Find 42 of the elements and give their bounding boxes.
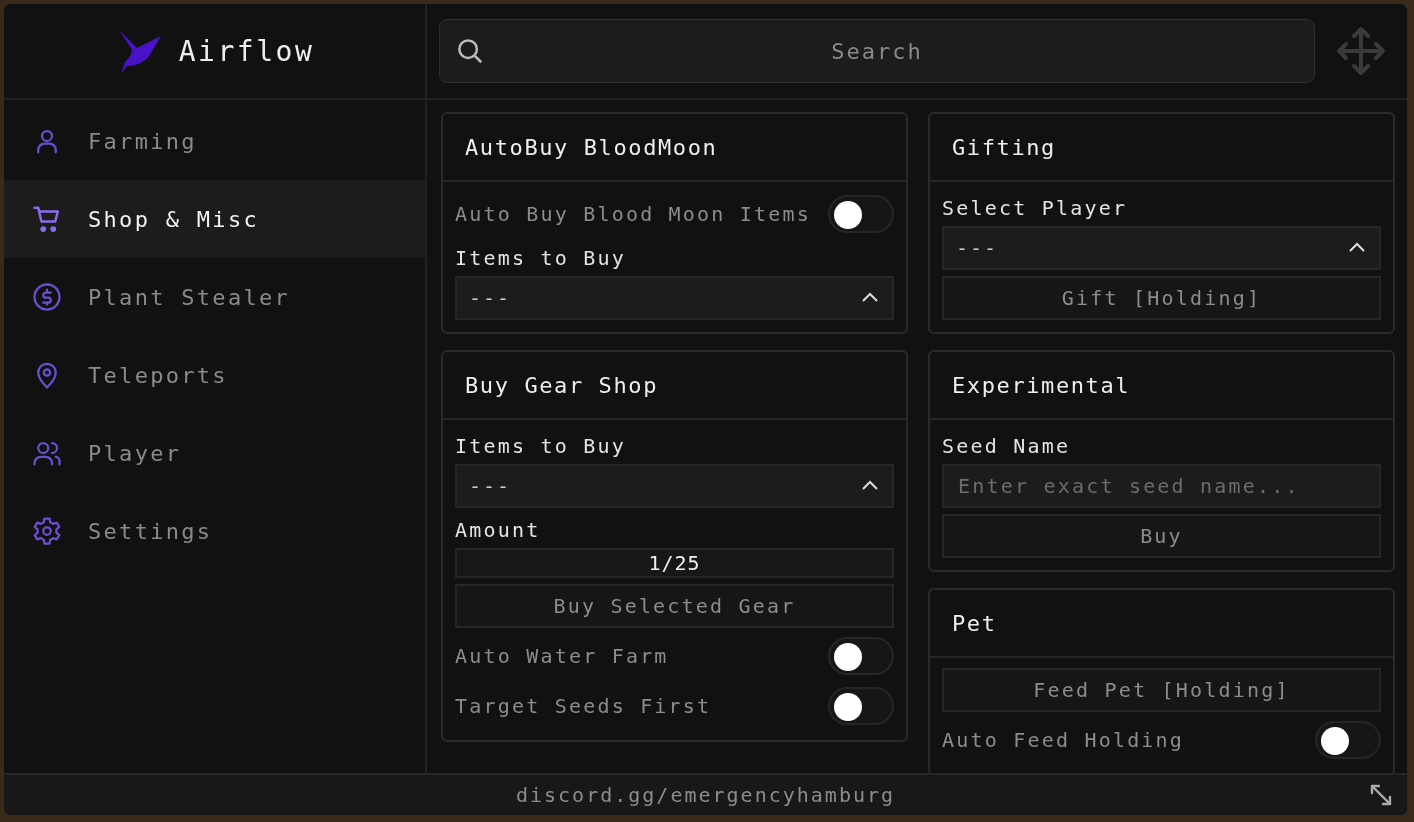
resize-icon[interactable] <box>1369 783 1393 807</box>
sidebar-item[interactable]: Settings <box>4 492 425 570</box>
card-title: Pet <box>930 590 1393 658</box>
cart-icon <box>32 204 62 234</box>
field-label: Items to Buy <box>455 433 627 458</box>
toggle-switch[interactable] <box>828 637 894 675</box>
action-button[interactable]: Buy Selected Gear <box>455 584 894 628</box>
toggle-label: Auto Buy Blood Moon Items <box>455 202 812 226</box>
text-input[interactable]: Enter exact seed name... <box>942 464 1381 508</box>
action-button[interactable]: Gift [Holding] <box>942 276 1381 320</box>
sidebar-item[interactable]: Player <box>4 414 425 492</box>
field-label: Items to Buy <box>455 245 627 270</box>
toggle-switch[interactable] <box>828 687 894 725</box>
sidebar-item[interactable]: Teleports <box>4 336 425 414</box>
field-label: Select Player <box>942 195 1129 220</box>
footer-link[interactable]: discord.gg/emergencyhamburg <box>515 783 896 807</box>
action-button[interactable]: Buy <box>942 514 1381 558</box>
card-title: Buy Gear Shop <box>443 352 906 420</box>
sidebar-item[interactable]: Plant Stealer <box>4 258 425 336</box>
card-title: Gifting <box>930 114 1393 182</box>
search-field[interactable]: Search <box>439 19 1315 83</box>
toggle-label: Auto Water Farm <box>455 644 669 668</box>
dropdown[interactable]: --- <box>455 464 894 508</box>
field-label: Amount <box>455 517 542 542</box>
dropdown[interactable]: --- <box>455 276 894 320</box>
card-title: Experimental <box>930 352 1393 420</box>
card-title: AutoBuy BloodMoon <box>443 114 906 182</box>
toggle-label: Auto Feed Holding <box>942 728 1185 752</box>
slider-value: 1/25 <box>648 551 701 575</box>
search-icon <box>455 36 485 66</box>
settings-icon <box>32 516 62 546</box>
amount-slider[interactable]: 1/25 <box>455 548 894 578</box>
action-button[interactable]: Feed Pet [Holding] <box>942 668 1381 712</box>
app-title: Airflow <box>178 34 315 68</box>
dropdown[interactable]: --- <box>942 226 1381 270</box>
sidebar-item[interactable]: Farming <box>4 102 425 180</box>
dollar-coin-icon <box>32 282 62 312</box>
field-label: Seed Name <box>942 433 1072 458</box>
sidebar-item[interactable]: Shop & Misc <box>4 180 425 258</box>
toggle-switch[interactable] <box>828 195 894 233</box>
toggle-switch[interactable] <box>1315 721 1381 759</box>
toggle-label: Target Seeds First <box>455 694 712 718</box>
